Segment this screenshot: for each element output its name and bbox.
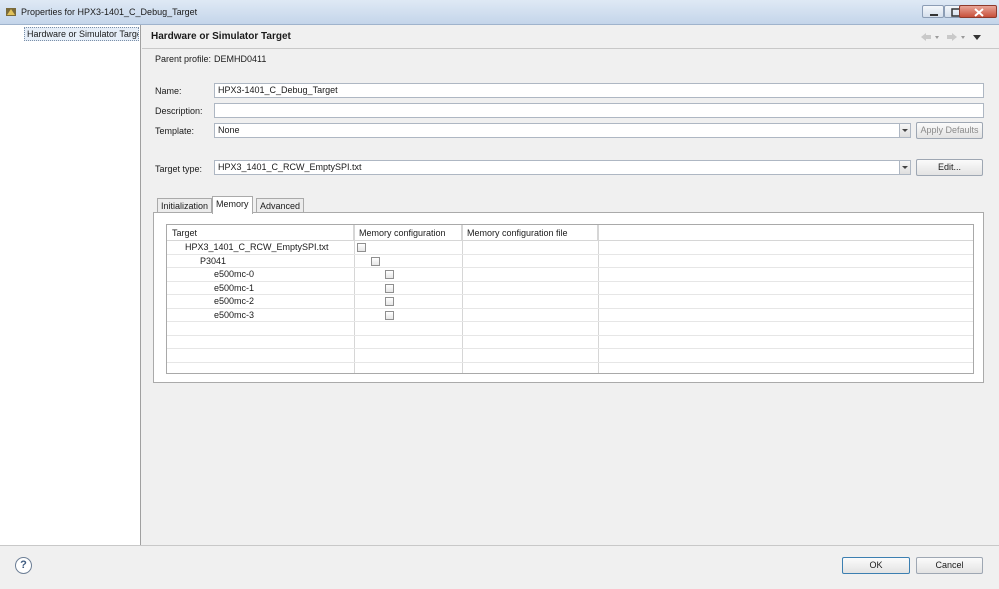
target-name: HPX3_1401_C_RCW_EmptySPI.txt [185, 242, 329, 252]
column-header-memory-configuration[interactable]: Memory configuration [354, 225, 462, 240]
column-header-target[interactable]: Target [167, 225, 354, 240]
window-title: Properties for HPX3-1401_C_Debug_Target [21, 7, 198, 17]
app-icon [6, 8, 16, 16]
chevron-down-icon [902, 166, 908, 169]
target-type-label: Target type: [155, 164, 203, 174]
target-name: e500mc-1 [214, 282, 255, 293]
memory-configuration-checkbox[interactable] [357, 243, 366, 252]
description-label: Description: [155, 106, 203, 116]
template-select[interactable]: None [214, 123, 900, 138]
title-bar: Properties for HPX3-1401_C_Debug_Target [0, 0, 999, 25]
target-name: P3041 [200, 255, 227, 266]
target-name: e500mc-0 [214, 269, 255, 279]
target-name: e500mc-3 [214, 309, 255, 320]
nav-arrows [921, 33, 981, 41]
target-type-dropdown-button[interactable] [899, 160, 911, 175]
forward-menu-icon[interactable] [961, 36, 965, 39]
back-arrow-icon[interactable] [921, 33, 931, 41]
page-header: Hardware or Simulator Target [142, 25, 999, 49]
property-page-tree: Hardware or Simulator Target [0, 25, 141, 545]
parent-profile-value: DEMHD0411 [214, 54, 267, 64]
forward-arrow-icon[interactable] [947, 33, 957, 41]
name-field[interactable]: HPX3-1401_C_Debug_Target [214, 83, 984, 98]
back-menu-icon[interactable] [935, 36, 939, 39]
chevron-down-icon [902, 129, 908, 132]
memory-configuration-checkbox[interactable] [371, 256, 380, 266]
description-field[interactable] [214, 103, 984, 118]
table-row-empty [167, 322, 973, 336]
parent-profile-label: Parent profile: [155, 54, 212, 64]
table-row-empty [167, 349, 973, 363]
memory-configuration-checkbox[interactable] [385, 283, 394, 293]
help-icon[interactable]: ? [15, 557, 32, 574]
minimize-button[interactable] [922, 5, 944, 18]
target-name: e500mc-2 [214, 296, 255, 306]
close-icon [974, 8, 984, 17]
table-row[interactable]: e500mc-1 [167, 282, 973, 295]
tab-memory[interactable]: Memory [212, 196, 253, 214]
ok-button[interactable]: OK [842, 557, 910, 574]
name-label: Name: [155, 86, 182, 96]
table-row[interactable]: e500mc-0 [167, 268, 973, 282]
view-menu-icon[interactable] [973, 35, 981, 40]
minimize-icon [930, 14, 938, 16]
cancel-button[interactable]: Cancel [916, 557, 983, 574]
page-title: Hardware or Simulator Target [151, 31, 291, 42]
tab-initialization[interactable]: Initialization [157, 198, 213, 213]
memory-configuration-checkbox[interactable] [385, 270, 394, 279]
apply-defaults-button[interactable]: Apply Defaults [916, 122, 983, 139]
table-header: Target Memory configuration Memory confi… [167, 225, 973, 241]
column-header-memory-configuration-file[interactable]: Memory configuration file [462, 225, 598, 240]
memory-configuration-checkbox[interactable] [385, 297, 394, 306]
memory-tab-panel: Target Memory configuration Memory confi… [153, 212, 984, 383]
table-row[interactable]: HPX3_1401_C_RCW_EmptySPI.txt [167, 241, 973, 255]
edit-button[interactable]: Edit... [916, 159, 983, 176]
dialog-footer: ? OK Cancel [0, 545, 999, 589]
target-type-select[interactable]: HPX3_1401_C_RCW_EmptySPI.txt [214, 160, 900, 175]
tab-advanced[interactable]: Advanced [256, 198, 305, 213]
template-dropdown-button[interactable] [899, 123, 911, 138]
table-row[interactable]: e500mc-3 [167, 309, 973, 322]
memory-table: Target Memory configuration Memory confi… [166, 224, 974, 374]
table-row-empty [167, 336, 973, 349]
close-button[interactable] [959, 5, 997, 18]
sidebar-item-hardware-target[interactable]: Hardware or Simulator Target [24, 27, 139, 41]
table-row[interactable]: e500mc-2 [167, 295, 973, 309]
template-label: Template: [155, 126, 195, 136]
table-row[interactable]: P3041 [167, 255, 973, 268]
memory-configuration-checkbox[interactable] [385, 310, 394, 320]
table-row-empty [167, 363, 973, 377]
